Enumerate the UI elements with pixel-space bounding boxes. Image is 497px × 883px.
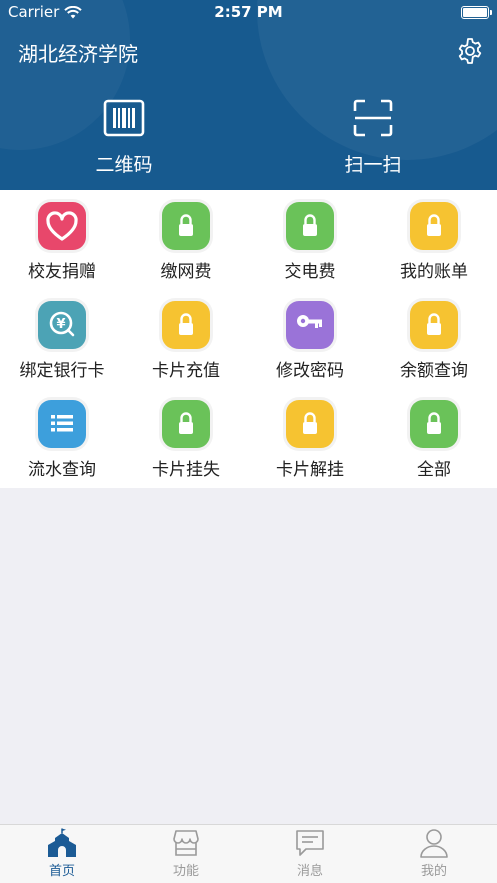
grid-tile [38, 400, 86, 448]
grid-tile [410, 400, 458, 448]
person-icon [420, 829, 448, 858]
message-icon [296, 830, 324, 856]
scan-icon [353, 99, 393, 137]
grid-item-label: 全部 [417, 460, 451, 480]
grid-tile [410, 301, 458, 349]
tab-label: 消息 [296, 864, 323, 879]
key-icon [297, 315, 322, 328]
grid-item-unlock-card[interactable]: 卡片解挂 [248, 388, 372, 487]
tab-home[interactable]: 首页 [0, 825, 124, 883]
grid-item-label: 校友捐赠 [28, 262, 96, 282]
grid-item-network-fee[interactable]: 缴网费 [124, 190, 248, 289]
tab-label: 功能 [172, 864, 199, 879]
lock-icon [427, 214, 441, 236]
lock-icon [303, 214, 317, 236]
grid-tile [162, 301, 210, 349]
gear-icon[interactable] [455, 36, 485, 66]
grid-item-label: 修改密码 [276, 361, 344, 381]
yen-icon: ¥ [49, 311, 75, 337]
grid-item-label: 余额查询 [400, 361, 468, 381]
grid-tile: ¥ [38, 301, 86, 349]
grid-tile [410, 202, 458, 250]
grid-item-label: 卡片充值 [152, 361, 220, 381]
scan-button[interactable]: 扫一扫 [313, 98, 433, 177]
grid-item-bind-bank-card[interactable]: ¥ 绑定银行卡 [0, 289, 124, 388]
grid-tile [286, 400, 334, 448]
grid-item-all[interactable]: 全部 [372, 388, 496, 487]
app-title: 湖北经济学院 [18, 42, 138, 66]
grid-tile [162, 202, 210, 250]
tab-label: 我的 [420, 864, 447, 879]
grid-item-label: 卡片解挂 [276, 460, 344, 480]
grid-item-report-card-lost[interactable]: 卡片挂失 [124, 388, 248, 487]
grid-item-change-password[interactable]: 修改密码 [248, 289, 372, 388]
lock-icon [427, 412, 441, 434]
tab-functions[interactable]: 功能 [124, 825, 248, 883]
grid-tile [286, 202, 334, 250]
scan-label: 扫一扫 [344, 154, 402, 176]
status-time: 2:57 PM [214, 3, 283, 21]
lock-icon [179, 214, 193, 236]
grid-item-alumni-donation[interactable]: 校友捐赠 [0, 190, 124, 289]
qr-code-button[interactable]: 二维码 [64, 98, 184, 177]
grid-tile [286, 301, 334, 349]
grid-tile [38, 202, 86, 250]
school-icon [48, 828, 76, 857]
svg-text:¥: ¥ [56, 317, 65, 332]
qr-code-label: 二维码 [95, 154, 153, 176]
list-icon [51, 415, 73, 432]
tab-bar: 首页 功能 消息 我的 [0, 824, 497, 883]
status-bar: Carrier 2:57 PM [0, 0, 497, 26]
grid-item-label: 流水查询 [28, 460, 96, 480]
tab-messages[interactable]: 消息 [248, 825, 372, 883]
lock-icon [179, 313, 193, 335]
grid-item-label: 交电费 [284, 262, 336, 282]
grid-item-label: 绑定银行卡 [19, 361, 105, 381]
grid-item-label: 卡片挂失 [152, 460, 220, 480]
tab-label: 首页 [48, 864, 75, 879]
lock-icon [303, 412, 317, 434]
grid-item-label: 缴网费 [160, 262, 212, 282]
grid-item-label: 我的账单 [400, 262, 468, 282]
grid-item-transaction-query[interactable]: 流水查询 [0, 388, 124, 487]
lock-icon [427, 313, 441, 335]
grid-item-electricity-fee[interactable]: 交电费 [248, 190, 372, 289]
grid-item-card-recharge[interactable]: 卡片充值 [124, 289, 248, 388]
grid-item-my-bill[interactable]: 我的账单 [372, 190, 496, 289]
barcode-icon [103, 99, 145, 137]
store-icon [173, 830, 199, 856]
battery-icon [461, 6, 492, 19]
lock-icon [179, 412, 193, 434]
grid-tile [162, 400, 210, 448]
heart-icon [46, 211, 78, 241]
grid-item-balance-query[interactable]: 余额查询 [372, 289, 496, 388]
tab-profile[interactable]: 我的 [372, 825, 496, 883]
function-grid: 校友捐赠 缴网费 交电费 我的账单 ¥ 绑定银行卡 卡片充值 修改密码 余额查询… [0, 190, 497, 488]
header: Carrier 2:57 PM 湖北经济学院 二维码 扫一扫 [0, 0, 497, 190]
